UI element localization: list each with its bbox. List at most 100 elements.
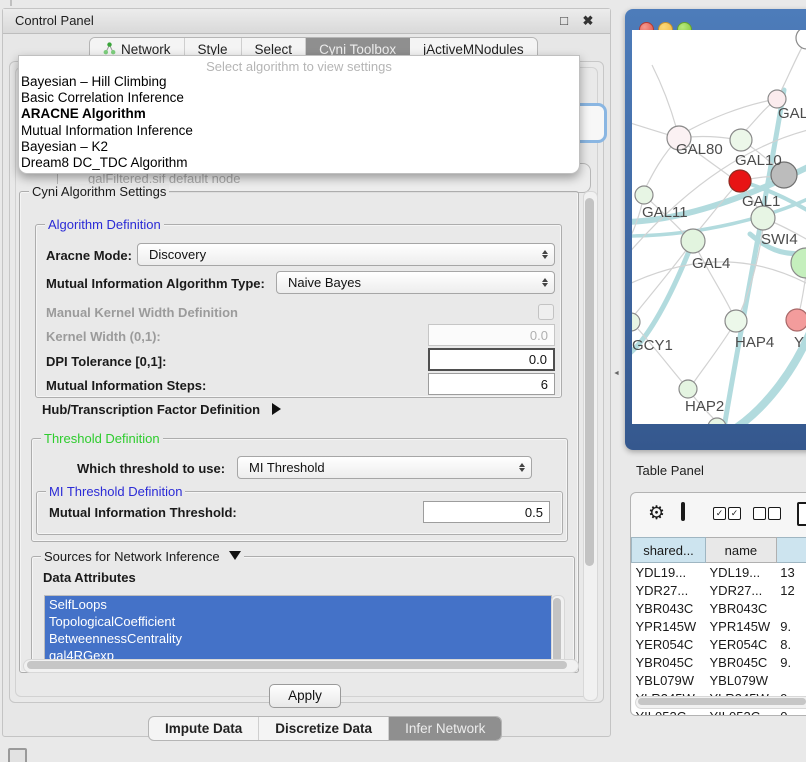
list-item[interactable]: BetweennessCentrality [45,630,551,647]
settings-horizontal-scrollbar-thumb[interactable] [27,661,567,669]
cell: YBR045C [706,653,777,671]
node[interactable] [796,30,806,49]
mi-threshold-input[interactable] [423,501,550,523]
expanded-arrow-icon [229,551,241,560]
column-header-shared-name[interactable]: shared... [632,538,706,563]
cell: YBR045C [632,653,706,671]
node-label: HAP4 [735,334,774,351]
algorithm-option[interactable]: Mutual Information Inference [19,123,579,139]
dpi-tolerance-input[interactable] [428,348,555,371]
docked-panel-icon[interactable] [8,748,27,762]
mi-threshold-label: Mutual Information Threshold: [49,505,237,520]
attributes-list-scrollbar[interactable] [551,595,565,669]
list-item[interactable]: SelfLoops [45,596,551,613]
kernel-width-input[interactable] [428,324,555,346]
combo-spinner-icon [513,463,531,472]
node-hap2[interactable] [679,380,697,398]
table-row[interactable]: YDL19...YDL19...13 [632,563,806,582]
which-threshold-label: Which threshold to use: [77,461,225,476]
hub-definition-toggle[interactable]: Hub/Transcription Factor Definition [42,402,281,417]
columns-icon[interactable] [681,502,685,521]
tab-impute-data-label: Impute Data [165,721,242,736]
algorithm-definition-group: Algorithm Definition Aracne Mode: Discov… [35,224,562,398]
network-canvas[interactable]: GAL GAL80 GAL10 GAL1 GAL11 SWI4 GAL4 HAP… [632,30,806,424]
cell: YDL19... [706,563,777,582]
cell: YPR145W [632,617,706,635]
table-row[interactable]: YDR27...YDR27...12 [632,581,806,599]
node-salmon[interactable] [786,309,806,331]
node-gal10[interactable] [730,129,752,151]
threshold-definition-title: Threshold Definition [41,431,163,446]
table-row[interactable]: YBR045CYBR045C9. [632,653,806,671]
node-label: Y [794,334,804,351]
list-item[interactable]: TopologicalCoefficient [45,613,551,630]
new-table-icon[interactable] [797,502,806,526]
node-label: GAL4 [692,255,730,272]
node-hap4[interactable] [725,310,747,332]
algorithm-option[interactable]: Bayesian – Hill Climbing [19,74,579,90]
settings-vertical-scrollbar[interactable] [583,191,598,701]
gear-icon[interactable]: ⚙ [648,502,665,525]
mi-steps-label: Mutual Information Steps: [46,378,206,393]
cell: YBR043C [632,599,706,617]
settings-horizontal-scrollbar[interactable] [23,659,579,673]
algorithm-dropdown-prompt: Select algorithm to view settings [19,56,579,74]
settings-vertical-scrollbar-thumb[interactable] [585,198,594,566]
tab-infer-network[interactable]: Infer Network [389,717,501,740]
column-header-partial[interactable] [776,538,806,563]
aracne-mode-label: Aracne Mode: [46,248,132,263]
node-gal11[interactable] [635,186,653,204]
cell: YBR043C [706,599,777,617]
attributes-list-scrollbar-thumb[interactable] [553,598,561,662]
deselect-all-checkbox-icon[interactable] [753,507,766,520]
table-horizontal-scrollbar-thumb[interactable] [638,698,806,705]
select-all-checkbox-icon[interactable]: ✓ [713,507,726,520]
manual-kernel-checkbox[interactable] [538,304,554,320]
table-horizontal-scrollbar[interactable] [635,696,806,709]
cell: 12 [776,581,806,599]
manual-kernel-label: Manual Kernel Width Definition [46,305,238,320]
deselect-all-checkbox-icon[interactable] [768,507,781,520]
data-attributes-list[interactable]: SelfLoops TopologicalCoefficient Between… [44,595,552,669]
algorithm-option[interactable]: Dream8 DC_TDC Algorithm [19,155,579,171]
which-threshold-combo[interactable]: MI Threshold [237,456,532,479]
aracne-mode-value: Discovery [138,247,536,262]
mi-threshold-definition-group: MI Threshold Definition Mutual Informati… [36,491,563,535]
node-label: HAP2 [685,398,724,415]
cell: YER054C [632,635,706,653]
cyni-algorithm-settings-title: Cyni Algorithm Settings [29,184,169,199]
table-row[interactable]: YBR043CYBR043C [632,599,806,617]
cell [776,599,806,617]
cell: YPR145W [706,617,777,635]
data-attributes-label: Data Attributes [43,570,136,585]
sources-title-row[interactable]: Sources for Network Inference [41,549,244,564]
node-gcy1[interactable] [632,313,640,331]
table-row[interactable]: YER054CYER054C8. [632,635,806,653]
select-all-checkbox-icon[interactable]: ✓ [728,507,741,520]
sources-title: Sources for Network Inference [44,549,220,564]
close-panel-icon[interactable]: ✖ [580,13,596,29]
panel-splitter-handle[interactable]: ◄ [613,370,618,377]
control-panel-titlebar: Control Panel □ ✖ [3,9,610,34]
node-gal4[interactable] [681,229,705,253]
table-row[interactable]: YPR145WYPR145W9. [632,617,806,635]
tab-impute-data[interactable]: Impute Data [149,717,259,740]
algorithm-option-selected[interactable]: ARACNE Algorithm [19,106,579,122]
node-label: SWI4 [761,231,798,248]
cell: 8. [776,635,806,653]
column-header-name[interactable]: name [706,538,777,563]
apply-button[interactable]: Apply [269,684,341,708]
algorithm-option[interactable]: Bayesian – K2 [19,139,579,155]
node-label: GAL11 [642,204,688,221]
combo-spinner-icon [536,250,554,259]
dpi-tolerance-label: DPI Tolerance [0,1]: [46,354,166,369]
table-row[interactable]: YBL079WYBL079W [632,671,806,689]
algorithm-option[interactable]: Basic Correlation Inference [19,90,579,106]
node-red-selected[interactable] [729,170,751,192]
tab-discretize-data[interactable]: Discretize Data [259,717,389,740]
mi-type-combo[interactable]: Naive Bayes [276,271,555,294]
float-panel-icon[interactable]: □ [556,13,572,29]
threshold-definition-group: Threshold Definition Which threshold to … [31,438,568,542]
aracne-mode-combo[interactable]: Discovery [137,243,555,266]
mi-steps-input[interactable] [428,373,555,395]
